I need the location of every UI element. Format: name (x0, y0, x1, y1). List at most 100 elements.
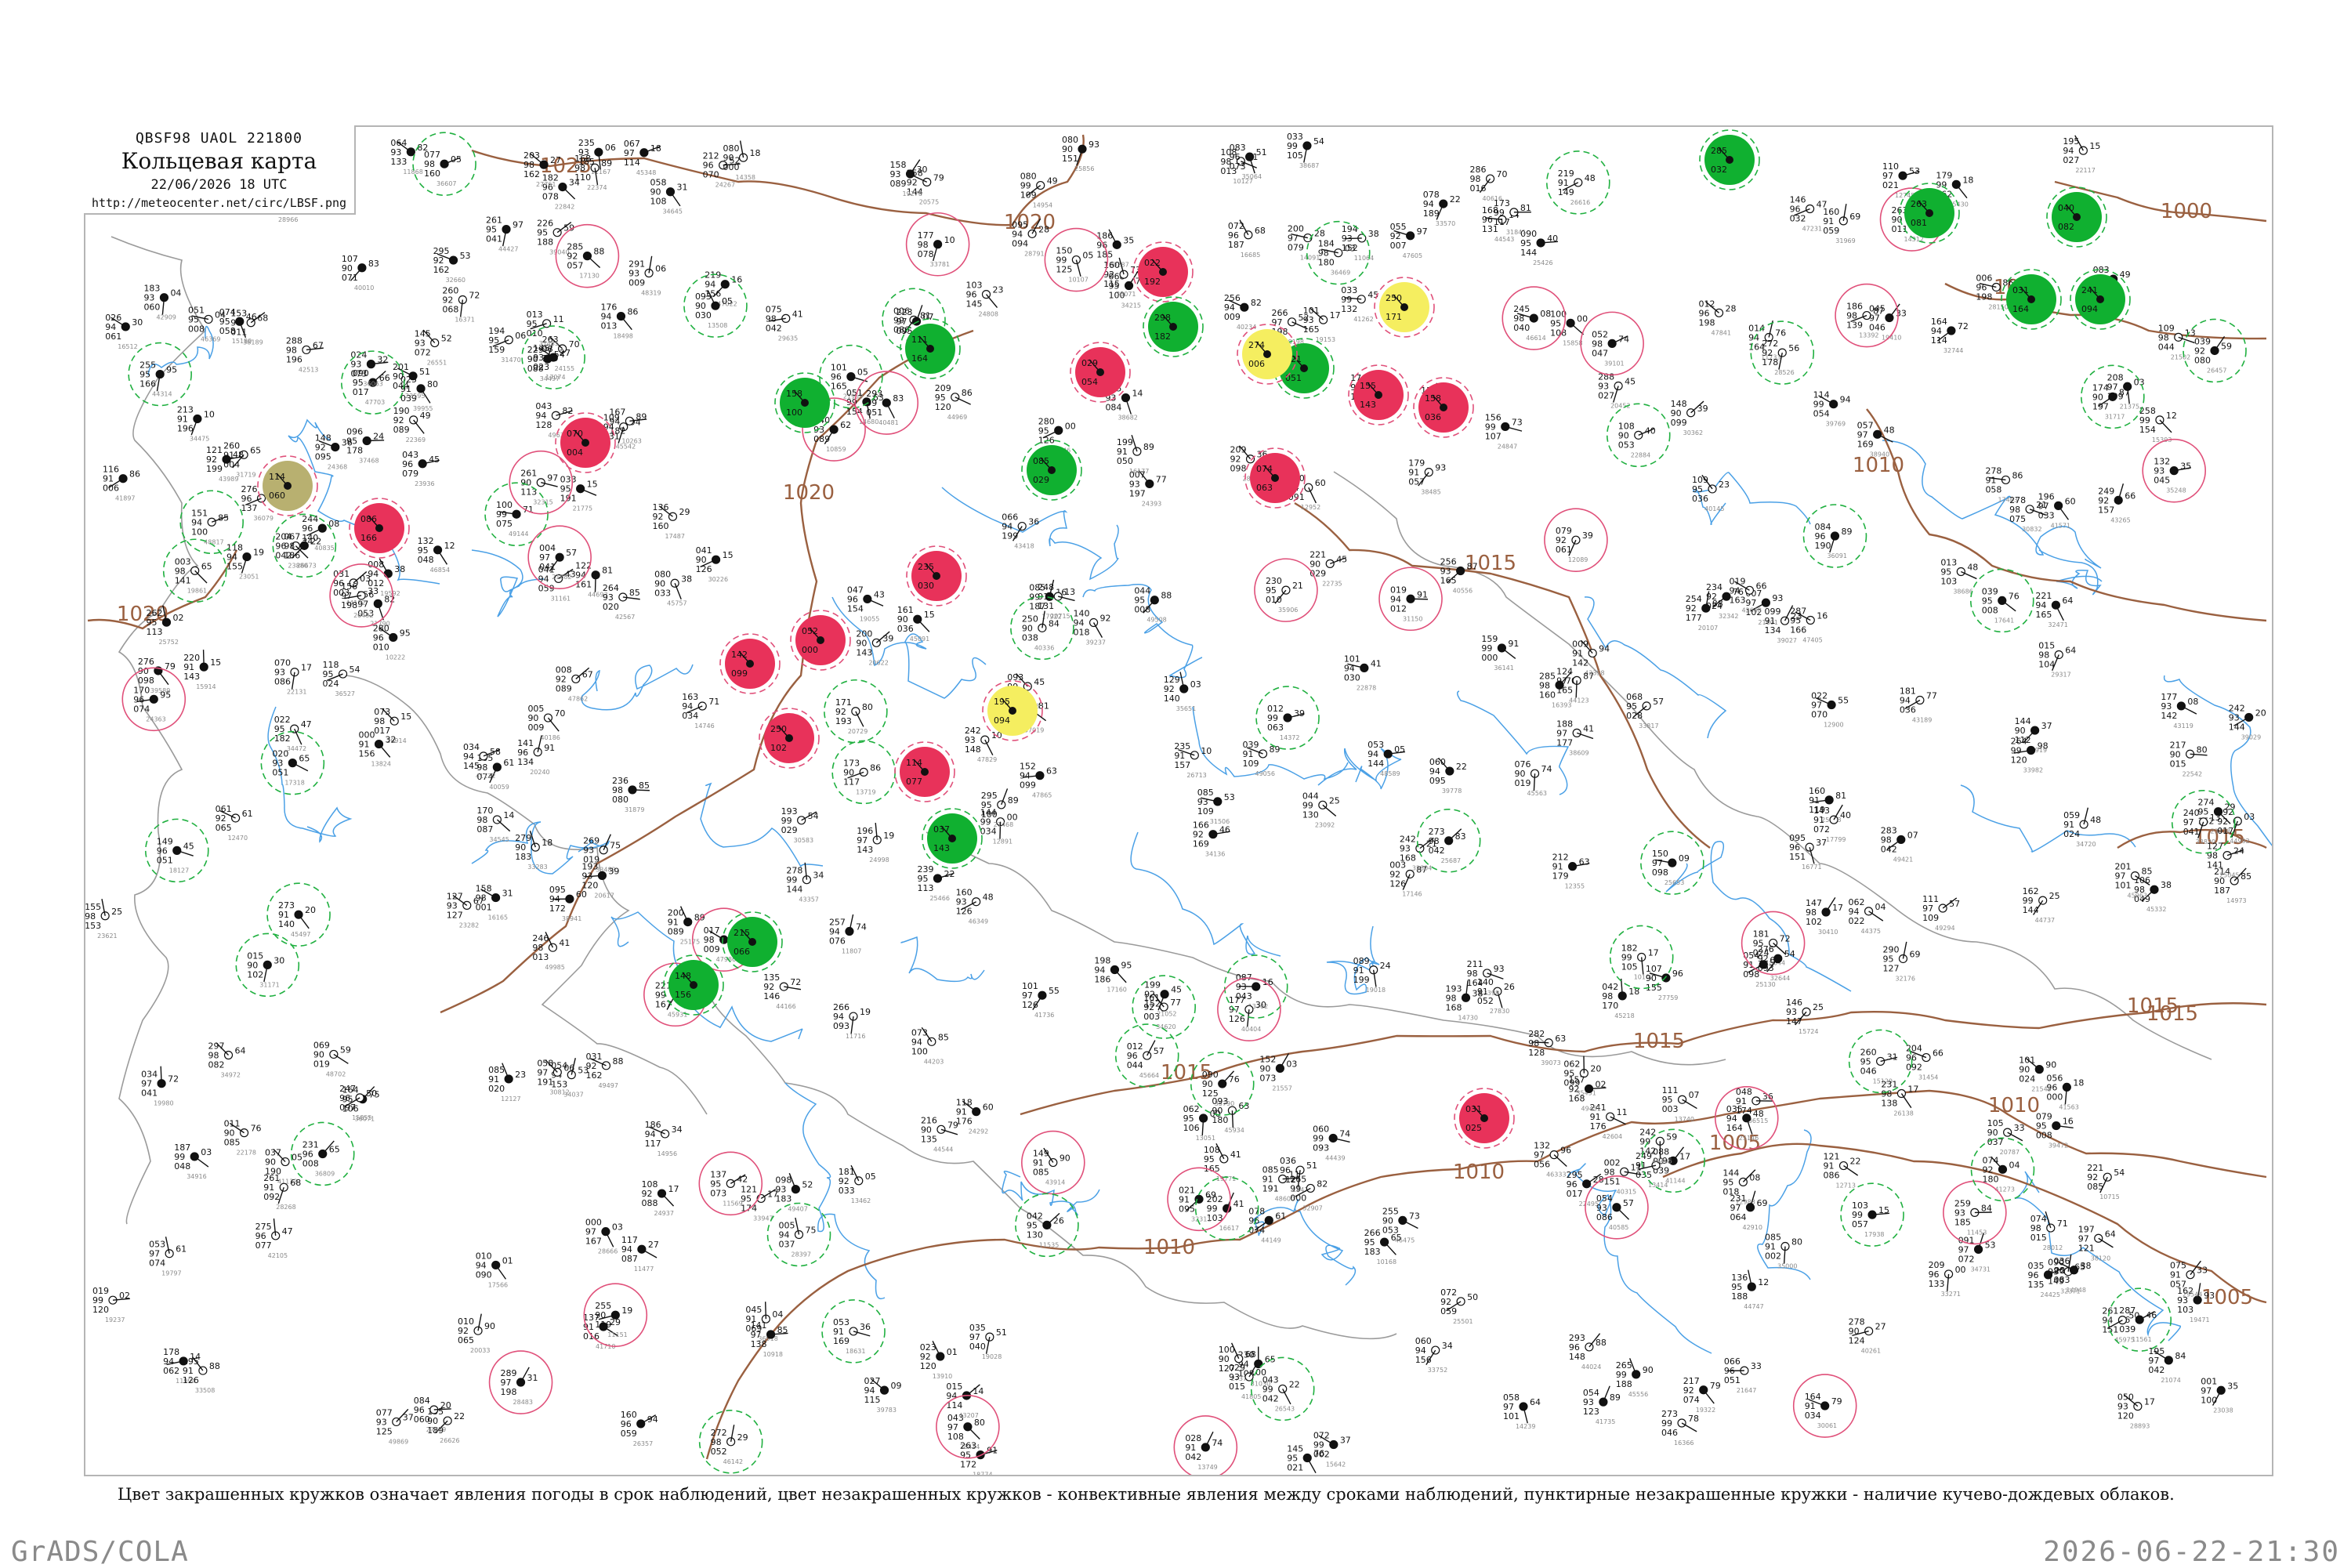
station-id: 21074 (2161, 1377, 2180, 1384)
station-value: 00 (1577, 313, 1588, 324)
station-value: 48 (1967, 562, 1978, 572)
station-value: 22 (1850, 1157, 1861, 1167)
station-plot: 028910427413749 (1185, 1432, 1223, 1471)
station-plot: 162991442544737 (2023, 886, 2060, 924)
station-id: 35064 (1242, 173, 1262, 180)
station-value: 68 (1255, 226, 1266, 236)
station-id: 13462 (851, 1197, 871, 1204)
station-value: 044 (1127, 1060, 1143, 1070)
station-value: 156 (359, 749, 375, 759)
station-value: 199 (1353, 975, 1370, 985)
station-value: 179 (1552, 871, 1569, 882)
station-value: 86 (129, 469, 140, 480)
station-value: 15 (723, 550, 734, 560)
station-id: 24292 (969, 1128, 988, 1135)
station-value: 048 (174, 1161, 190, 1171)
station-value: 250 (1386, 293, 1402, 303)
station-plot: 150970980925653 (1652, 849, 1690, 886)
station-value: 145 (463, 761, 480, 771)
station-plot: 236980808531879 (612, 776, 650, 813)
station-value: 095 (315, 452, 331, 462)
river-6 (942, 487, 1118, 579)
station-value: 125 (376, 1426, 393, 1436)
station-plot: 286980167040616 (1470, 165, 1508, 202)
station-value: 085 (224, 1138, 241, 1148)
station-value: 61 (1275, 1211, 1286, 1221)
station-plot: 050931201728893 (2117, 1392, 2155, 1430)
station-value: 18 (750, 148, 761, 158)
station-id: 20033 (470, 1347, 490, 1354)
station-id: 16371 (455, 317, 474, 324)
station-plot: 121910862212713 (1824, 1152, 1861, 1190)
station-value: 46 (246, 312, 257, 322)
station-value: 135 (921, 1134, 937, 1144)
station-plot: 297980826434972 (208, 1041, 246, 1078)
wind-barb-icon (1683, 1099, 1697, 1108)
station-value: 100 (981, 809, 998, 820)
station-id: 45556 (1628, 1391, 1648, 1398)
station-plot: 149960514518127 (157, 836, 194, 874)
wind-barb-icon (1869, 911, 1883, 921)
source-url[interactable]: http://meteocenter.net/circ/LBSF.png (84, 196, 354, 210)
station-value: 241 (2081, 285, 2098, 295)
station-value: 156 (675, 990, 691, 1000)
station-id: 10918 (763, 1351, 783, 1358)
station-value: 051 (1724, 1375, 1741, 1385)
station-plot: 069900195948702 (313, 1040, 351, 1077)
station-value: 051 (157, 855, 173, 865)
station-id: 39237 (1086, 639, 1106, 646)
station-value: 87 (1467, 562, 1478, 572)
station-id: 22131 (287, 689, 306, 696)
station-plot: 060940952239778 (1429, 757, 1467, 795)
wind-barb-icon (2056, 605, 2063, 621)
station-value: 160 (1539, 690, 1556, 700)
station-plot: 056960001841563 (2046, 1073, 2084, 1110)
wind-barb-icon (968, 1427, 980, 1439)
station-plot: 039920805926457 (2194, 336, 2232, 374)
station-id: 34475 (190, 435, 209, 442)
station-id: 15855 (352, 1114, 371, 1121)
station-value: 57 (1154, 1046, 1165, 1056)
station-plot: 053911693618631 (833, 1317, 871, 1355)
station-id: 25146 (1739, 1135, 1759, 1142)
station-id: 14973 (2226, 897, 2246, 904)
station-value: 188 (1616, 1379, 1632, 1389)
station-value: 24 (1380, 961, 1391, 971)
station-plot: 291930090648319 (629, 256, 666, 297)
station-value: 88 (209, 1361, 220, 1371)
station-value: 003 (1662, 1104, 1679, 1114)
station-value: 165 (1556, 685, 1573, 695)
station-value: 177 (1556, 737, 1573, 748)
station-value: 19 (253, 548, 264, 558)
station-id: 14730 (1458, 1014, 1478, 1021)
station-value: 006 (1248, 359, 1265, 369)
station-id: 44747 (1744, 1303, 1763, 1310)
station-id: 32471 (2048, 621, 2067, 628)
station-value: 88 (1161, 591, 1172, 601)
station-id: 14091 (1300, 255, 1320, 262)
station-value: 042 (1185, 1452, 1201, 1462)
station-value: 104 (2038, 659, 2055, 669)
station-id: 10168 (1377, 1258, 1396, 1266)
station-id: 21882 (552, 574, 571, 581)
station-plot: 152900730321557 (1259, 1053, 1297, 1092)
station-plot: 254921778820107 (1686, 592, 1723, 632)
station-value: 03 (360, 574, 371, 584)
station-value: 152 (1144, 999, 1161, 1009)
station-id: 49421 (1893, 856, 1913, 863)
station-id: 31879 (625, 806, 644, 813)
station-value: 178 (1762, 357, 1778, 368)
station-id: 20617 (594, 892, 614, 899)
station-plot: 209951208644969 (935, 383, 973, 421)
station-value: 009 (527, 722, 544, 733)
station-value: 65 (250, 445, 261, 455)
station-id: 39769 (1826, 421, 1846, 428)
station-value: 34 (1442, 1341, 1453, 1351)
station-value: 126 (1229, 1014, 1245, 1024)
station-value: 20 (305, 905, 316, 915)
station-plot: 256931658740556 (1440, 557, 1478, 595)
station-value: 60 (576, 889, 587, 900)
station-value: 45 (1336, 554, 1347, 564)
station-value: 099 (1671, 418, 1687, 428)
station-value: 06 (605, 143, 616, 153)
